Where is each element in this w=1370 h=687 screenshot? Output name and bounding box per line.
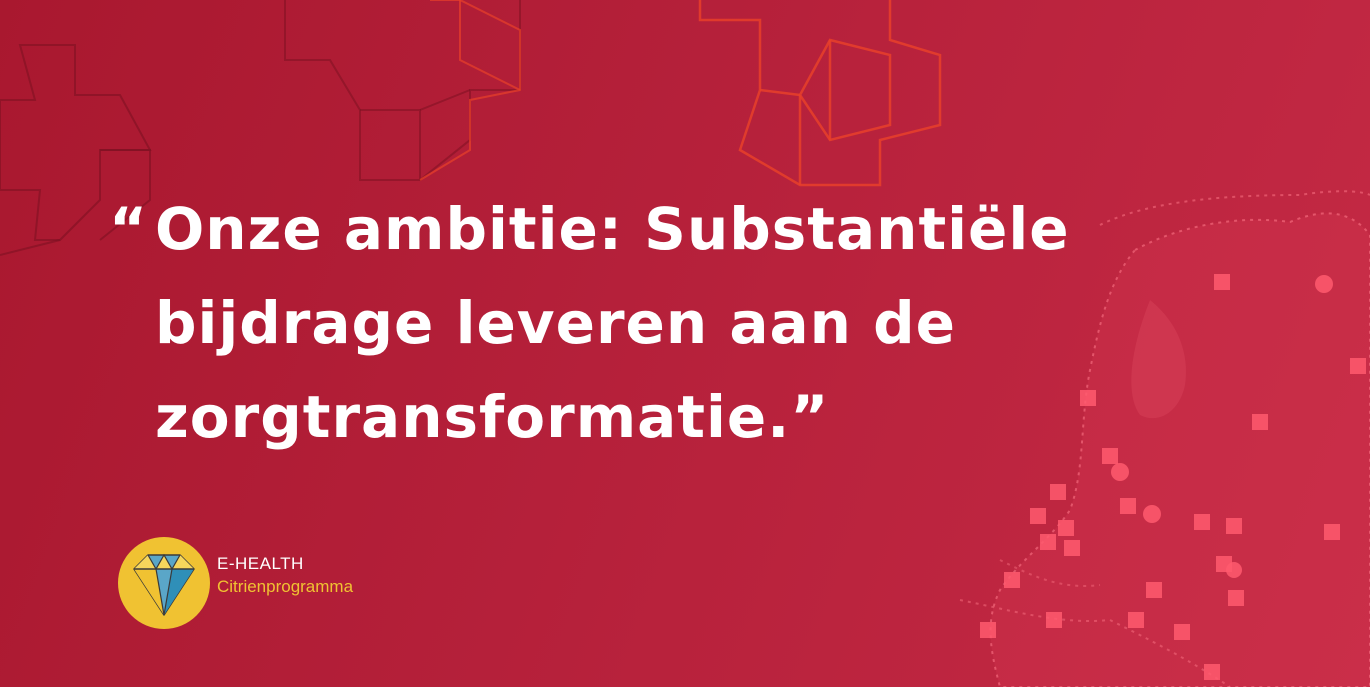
quote-banner: “ Onze ambitie: Substantiële bijdrage le… <box>0 0 1370 687</box>
open-quote-mark: “ <box>109 195 149 263</box>
quote-text: “ Onze ambitie: Substantiële bijdrage le… <box>109 182 1175 464</box>
quote-line-2: bijdrage leveren aan de <box>155 289 956 357</box>
logo-text: E-HEALTH Citrienprogramma <box>217 553 353 599</box>
diamond-icon <box>118 537 210 629</box>
quote-line-3: zorgtransformatie.” <box>155 383 830 451</box>
logo-subtitle: Citrienprogramma <box>217 577 354 596</box>
cross-outline-icon <box>698 0 942 187</box>
quote-line-1: Onze ambitie: Substantiële <box>155 195 1070 263</box>
cross-outline-icon <box>284 0 521 181</box>
logo-title: E-HEALTH <box>217 554 304 573</box>
